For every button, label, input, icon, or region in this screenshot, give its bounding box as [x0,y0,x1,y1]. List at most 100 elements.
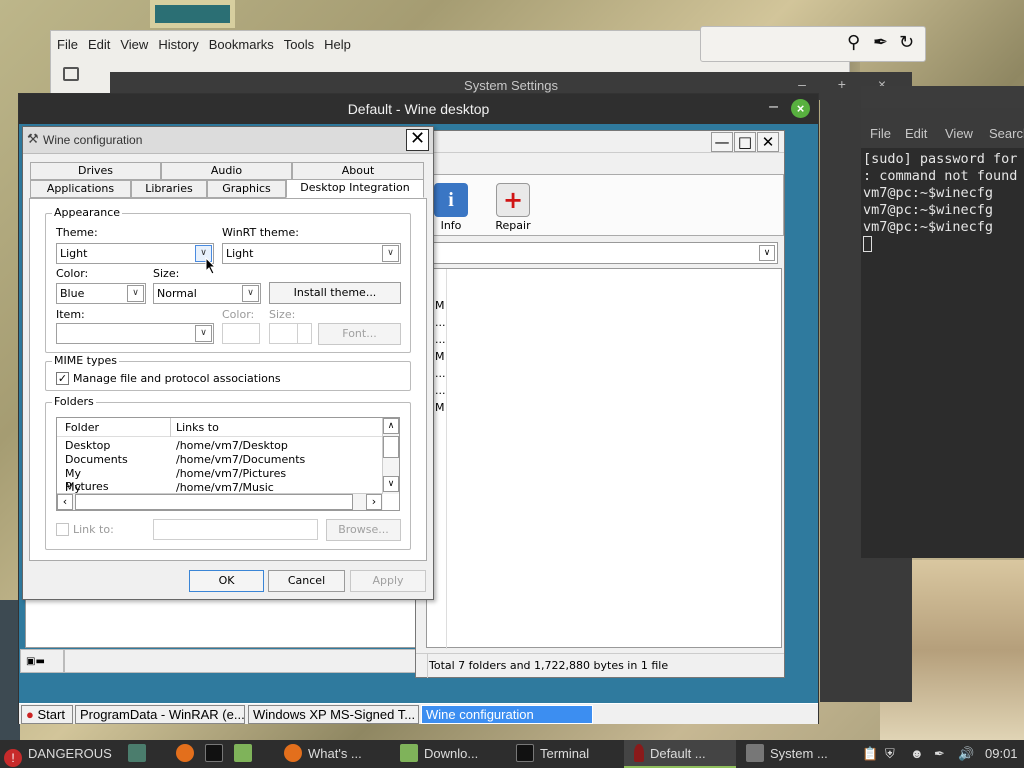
drive-icons[interactable]: ▣▬ [20,649,64,673]
close-button[interactable]: × [791,99,810,118]
tab-list-icon[interactable] [63,67,79,81]
vertical-scrollbar[interactable]: ∧ ∨ [382,418,399,494]
task-terminal[interactable]: Terminal [516,740,616,768]
term-menu-search[interactable]: Search [989,126,1024,141]
winrar-address-combo[interactable]: ∨ [426,242,778,264]
tab-libraries[interactable]: Libraries [131,180,207,198]
manage-associations-checkbox[interactable]: ✓ [56,372,69,385]
close-button[interactable]: ✕ [406,129,429,151]
brush-icon[interactable]: ✒ [873,32,888,53]
clipboard-icon[interactable]: 📋 [862,740,878,768]
column-folder[interactable]: Folder [65,421,99,434]
menu-help[interactable]: Help [324,37,351,52]
menu-view[interactable]: View [120,37,148,52]
task-firefox[interactable]: What's ... [284,740,382,768]
tab-applications[interactable]: Applications [30,180,131,198]
chevron-down-icon[interactable]: ∨ [127,285,144,302]
task-wine-desktop[interactable]: Default ... [624,740,736,768]
link-to-checkbox[interactable] [56,523,69,536]
firefox-launcher-icon[interactable] [176,740,200,768]
winrt-theme-select[interactable]: Light ∨ [222,243,401,264]
minimize-button[interactable]: – [769,98,778,116]
list-item[interactable]: ... [435,316,446,329]
cancel-button[interactable]: Cancel [268,570,345,592]
winrar-titlebar[interactable]: — □ ✕ [416,131,784,153]
horizontal-scrollbar[interactable]: ‹ › [57,493,383,510]
term-menu-file[interactable]: File [870,126,891,141]
install-theme-button[interactable]: Install theme... [269,282,401,304]
task-system-settings[interactable]: System ... [746,740,846,768]
tab-graphics[interactable]: Graphics [207,180,286,198]
minimize-icon[interactable]: — [711,132,733,152]
scroll-right-icon[interactable]: › [366,494,382,510]
wine-desktop-titlebar[interactable]: Default - Wine desktop – × [19,94,818,124]
folders-list[interactable]: Folder Links to Desktop /home/vm7/Deskto… [56,417,400,511]
start-button[interactable]: ● Start [21,705,73,724]
repair-button[interactable]: + Repair [485,183,541,232]
tab-audio[interactable]: Audio [161,162,292,180]
item-size-stepper[interactable] [269,323,312,344]
reload-icon[interactable]: ↻ [899,32,914,53]
taskbar-item-windows-xp[interactable]: Windows XP MS-Signed T... [248,705,419,724]
shield-icon[interactable]: ⛨ [885,740,895,768]
theme-select[interactable]: Light ∨ [56,243,214,264]
item-color-field[interactable] [222,323,260,344]
dialog-titlebar[interactable]: ⚒ Wine configuration ✕ [23,127,433,154]
font-button[interactable]: Font... [318,323,401,345]
terminal-launcher-icon[interactable] [205,740,229,768]
files-launcher-icon[interactable] [234,740,258,768]
link-to-field[interactable] [153,519,318,540]
scroll-left-icon[interactable]: ‹ [57,494,73,510]
list-item[interactable]: M [435,299,445,312]
appearance-legend: Appearance [52,206,123,219]
terminal-output[interactable]: [sudo] password for : command not found … [861,148,1024,558]
search-icon[interactable]: ⚲ [847,32,860,53]
menu-tools[interactable]: Tools [284,37,314,52]
apply-button[interactable]: Apply [350,570,426,592]
maximize-icon[interactable]: □ [734,132,756,152]
term-menu-edit[interactable]: Edit [905,126,927,141]
chevron-down-icon[interactable]: ∨ [195,325,212,342]
terminal-titlebar[interactable] [861,86,1024,108]
scroll-thumb[interactable] [75,494,353,510]
network-icon[interactable]: ✒ [934,740,945,768]
list-item[interactable]: M [435,401,445,414]
tab-desktop-integration[interactable]: Desktop Integration [286,179,424,198]
user-icon[interactable]: ☻ [910,740,924,768]
menu-file[interactable]: File [57,37,78,52]
list-item[interactable]: ... [435,367,446,380]
menu-history[interactable]: History [158,37,198,52]
column-links-to[interactable]: Links to [176,421,219,434]
chevron-down-icon[interactable]: ∨ [242,285,259,302]
menu-edit[interactable]: Edit [88,37,110,52]
theme-label: Theme: [56,226,98,239]
taskbar-item-winecfg[interactable]: Wine configuration [421,705,593,724]
chevron-down-icon[interactable]: ∨ [759,245,775,261]
show-desktop-icon[interactable] [128,740,152,768]
menu-bookmarks[interactable]: Bookmarks [209,37,274,52]
chevron-down-icon[interactable]: ∨ [382,245,399,262]
menu-button[interactable]: ! DANGEROUS [4,740,112,768]
term-menu-view[interactable]: View [945,126,973,141]
volume-icon[interactable]: 🔊 [958,740,974,768]
scroll-thumb[interactable] [383,436,399,458]
size-select[interactable]: Normal ∨ [153,283,261,304]
close-icon[interactable]: ✕ [757,132,779,152]
list-item[interactable]: ... [435,333,446,346]
list-item[interactable]: M [435,350,445,363]
task-downloads[interactable]: Downlo... [400,740,500,768]
color-select[interactable]: Blue ∨ [56,283,146,304]
terminal-window[interactable]: File Edit View Search [sudo] password fo… [861,86,1024,558]
winrar-file-list[interactable]: M ... ... M ... ... M [426,268,782,649]
taskbar-item-winrar[interactable]: ProgramData - WinRAR (e... [75,705,245,724]
scroll-down-icon[interactable]: ∨ [383,476,399,492]
browse-button[interactable]: Browse... [326,519,401,541]
tab-drives[interactable]: Drives [30,162,161,180]
mime-legend: MIME types [52,354,119,367]
list-item[interactable]: ... [435,384,446,397]
scroll-up-icon[interactable]: ∧ [383,418,399,434]
ok-button[interactable]: OK [189,570,264,592]
tab-about[interactable]: About [292,162,424,180]
clock[interactable]: 09:01 [985,740,1018,768]
item-select[interactable]: ∨ [56,323,214,344]
